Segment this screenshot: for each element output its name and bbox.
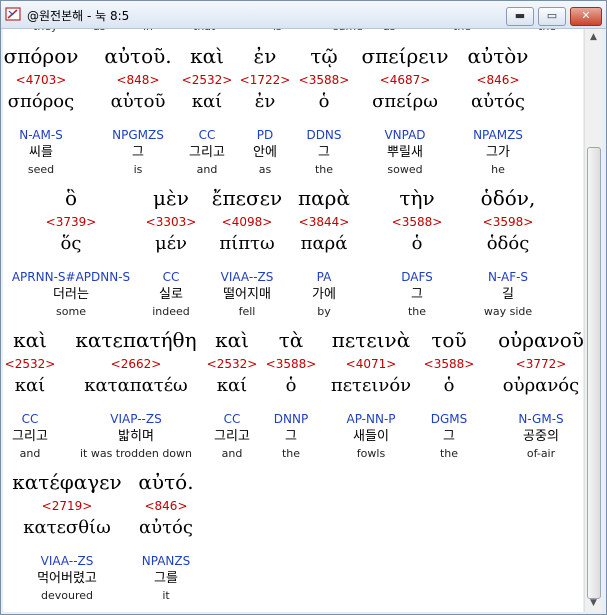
english-gloss: way side [483, 305, 533, 318]
window-title: @원전본해 - 눅 8:5 [27, 9, 130, 23]
vertical-scrollbar[interactable]: ▲ ▼ [584, 29, 602, 612]
clipped-word: as [383, 29, 395, 33]
greek-word: αὐτό. [138, 470, 194, 494]
strong-number[interactable]: <3772> [476, 355, 583, 373]
parsing-code: NPAMZS [473, 128, 523, 142]
lemma: οὐρανός [502, 375, 580, 396]
clipped-word: as [93, 29, 105, 33]
korean-gloss: 공중의 [523, 429, 559, 444]
word-column[interactable]: ὁδόν, <3598> ὁδός N-AF-S 길 way side [443, 183, 573, 320]
english-gloss: of-air [526, 447, 556, 460]
interlinear-content: they as in that is same as the the σπόρο… [3, 29, 583, 612]
greek-word: οὐρανοῦ [498, 328, 583, 352]
greek-word: αὐτὸν [467, 44, 529, 68]
strong-number[interactable]: <846> [433, 71, 563, 89]
minimize-icon: ▬ [514, 9, 526, 22]
scroll-down-button[interactable]: ▼ [585, 595, 602, 612]
maximize-button[interactable]: ▭ [538, 7, 566, 26]
clipped-previous-line: they as in that is same as the the [3, 29, 583, 34]
clipped-word: in [143, 29, 153, 33]
scrollbar-thumb[interactable] [587, 147, 601, 599]
title-bar[interactable]: @원전본해 - 눅 8:5 ▬ ▭ ✕ [1, 1, 606, 29]
clipped-word: is [273, 29, 282, 33]
greek-word: ὁδόν, [480, 186, 536, 210]
clipped-word: same [333, 29, 363, 33]
chevron-down-icon: ▼ [590, 598, 597, 608]
word-column[interactable]: αὐτὸν <846> αὐτός NPAMZS 그가 he [433, 41, 563, 178]
strong-number[interactable]: <3598> [443, 213, 573, 231]
minimize-button[interactable]: ▬ [506, 7, 534, 26]
close-button[interactable]: ✕ [570, 7, 602, 26]
lemma: ὁδός [486, 233, 530, 254]
lemma: αὐτός [471, 91, 525, 112]
korean-gloss: 그가 [486, 145, 510, 160]
clipped-word: that [193, 29, 215, 33]
parsing-code: N-AF-S [487, 270, 529, 284]
korean-gloss: 길 [502, 287, 514, 302]
word-column[interactable]: αὐτό. <846> αὐτός NPANZS 그를 it [101, 467, 231, 604]
lemma: αὐτός [139, 517, 193, 538]
bible-app-icon [5, 7, 21, 21]
strong-number[interactable]: <846> [101, 497, 231, 515]
chevron-up-icon: ▲ [590, 32, 597, 42]
parsing-code: N-GM-S [518, 412, 564, 426]
scroll-up-button[interactable]: ▲ [585, 29, 602, 46]
maximize-icon: ▭ [546, 9, 558, 22]
english-gloss: it [162, 589, 170, 602]
clipped-word: they [33, 29, 58, 33]
parsing-code: NPANZS [141, 554, 191, 568]
clipped-word: the [453, 29, 471, 33]
app-window: @원전본해 - 눅 8:5 ▬ ▭ ✕ they as in that is s… [0, 0, 607, 615]
english-gloss: he [491, 163, 505, 176]
korean-gloss: 그를 [154, 571, 178, 586]
clipped-word: the [538, 29, 556, 33]
close-icon: ✕ [581, 9, 591, 22]
word-column[interactable]: οὐρανοῦ <3772> οὐρανός N-GM-S 공중의 of-air [476, 325, 583, 462]
